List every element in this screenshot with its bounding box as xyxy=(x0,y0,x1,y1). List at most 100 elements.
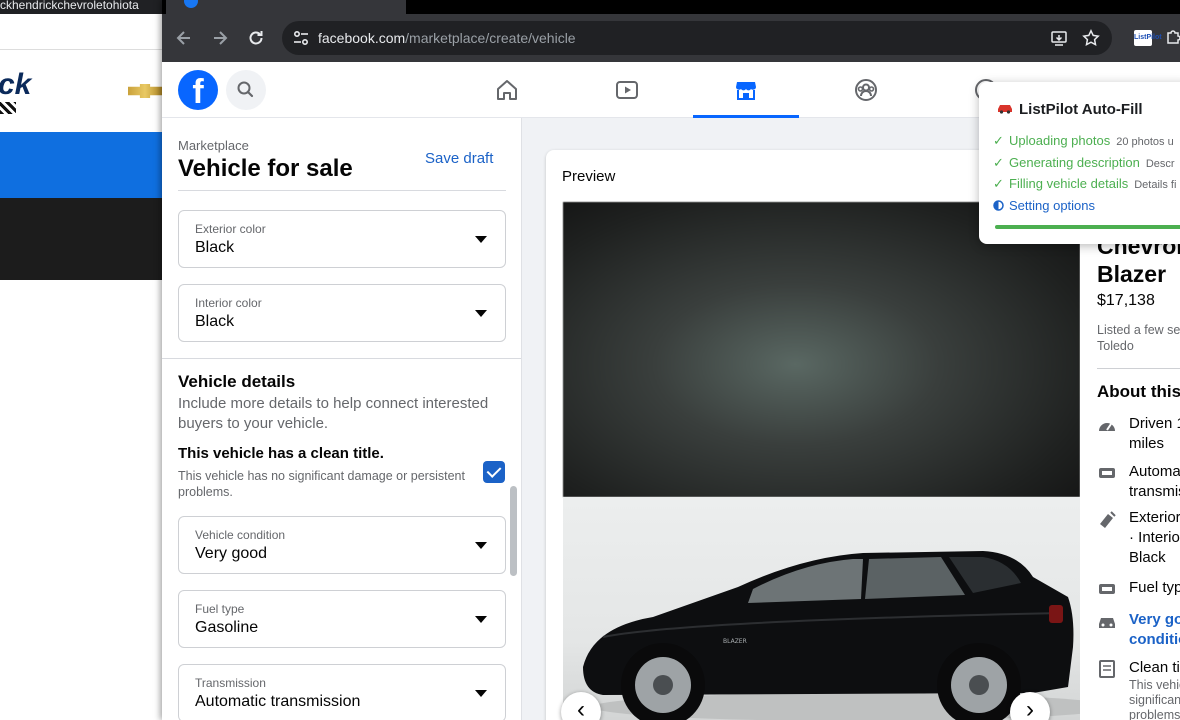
facebook-search-button[interactable] xyxy=(226,70,266,110)
reload-icon[interactable] xyxy=(246,28,266,48)
chevrolet-bowtie-icon xyxy=(128,84,162,98)
dealer-logo-area: ck xyxy=(0,50,170,132)
listed-location: Toledo xyxy=(1097,339,1134,353)
vehicle-details-heading: Vehicle details xyxy=(178,372,296,391)
step-uploading-photos: ✓ Uploading photos 20 photos u xyxy=(993,133,1174,149)
address-bar[interactable]: facebook.com/marketplace/create/vehicle xyxy=(282,21,1112,55)
extensions-puzzle-icon[interactable] xyxy=(1166,28,1180,49)
speedometer-icon xyxy=(1099,423,1115,431)
checkmark-icon: ✓ xyxy=(993,155,1004,170)
extension-badge-text: ListPilot xyxy=(1134,34,1162,41)
background-tab-title[interactable]: ckhendrickchevroletohiota xyxy=(0,0,170,14)
autofill-progress-bar xyxy=(995,225,1180,229)
step-generating-description: ✓ Generating description Descr xyxy=(993,155,1175,171)
nav-home-tab[interactable] xyxy=(454,62,560,118)
dropdown-caret-icon xyxy=(475,690,487,697)
nav-video-tab[interactable] xyxy=(574,62,680,118)
dropdown-caret-icon xyxy=(475,542,487,549)
search-icon xyxy=(237,81,254,98)
checkmark-icon: ✓ xyxy=(993,176,1004,191)
listpilot-autofill-panel: ListPilot Auto-Fill ✓ Uploading photos 20 … xyxy=(979,82,1180,244)
listed-time: Listed a few seconds ago xyxy=(1097,323,1180,337)
video-icon xyxy=(616,81,638,99)
step-setting-options: Setting options xyxy=(993,198,1095,213)
nav-marketplace-tab[interactable] xyxy=(693,62,799,118)
checkered-flag-icon xyxy=(0,102,16,114)
background-window: ckhendrickchevroletohiota ck xyxy=(0,0,170,720)
install-app-icon[interactable] xyxy=(1050,29,1068,47)
detail-line: condition xyxy=(1129,631,1180,648)
step-name: Generating description xyxy=(1009,155,1140,170)
field-value: Gasoline xyxy=(195,619,259,636)
step-detail: Descr xyxy=(1145,158,1175,170)
transmission-icon xyxy=(1099,468,1115,478)
facebook-logo[interactable]: f xyxy=(178,70,218,110)
divider xyxy=(1097,368,1180,369)
nav-groups-tab[interactable] xyxy=(813,62,919,118)
detail-text: Exterior · Interior Black xyxy=(1129,508,1180,568)
dropdown-caret-icon xyxy=(475,236,487,243)
dropdown-caret-icon xyxy=(475,616,487,623)
vehicle-details-description: Include more details to help connect int… xyxy=(178,395,489,432)
active-tab[interactable] xyxy=(166,0,406,14)
exterior-color-select[interactable]: Exterior color Black xyxy=(178,210,506,268)
detail-line: transmission xyxy=(1129,483,1180,500)
form-scrollbar[interactable] xyxy=(510,486,517,576)
detail-text: Automatic transmission xyxy=(1129,462,1180,502)
detail-text: Very good condition xyxy=(1129,610,1180,650)
url-text[interactable]: facebook.com/marketplace/create/vehicle xyxy=(318,30,576,46)
step-name: Filling vehicle details xyxy=(1009,176,1129,191)
clean-title-description: This vehicle has no significant damage o… xyxy=(178,469,465,499)
fuel-type-select[interactable]: Fuel type Gasoline xyxy=(178,590,506,648)
url-path: /marketplace/create/vehicle xyxy=(405,30,576,46)
detail-text: Driven 1 miles xyxy=(1129,414,1180,454)
blurred-photo-background xyxy=(563,202,1080,497)
preview-label: Preview xyxy=(562,168,616,185)
back-arrow-icon[interactable] xyxy=(174,28,194,48)
detail-subtext: This vehicle xyxy=(1129,678,1180,692)
section-divider xyxy=(162,358,521,359)
detail-text: Clean title xyxy=(1129,659,1180,676)
dealer-dark-banner xyxy=(0,198,170,280)
field-label: Transmission xyxy=(195,676,266,690)
bookmark-star-icon[interactable] xyxy=(1082,29,1100,47)
save-draft-button[interactable]: Save draft xyxy=(425,150,493,167)
step-name: Uploading photos xyxy=(1009,133,1111,148)
forward-arrow-icon[interactable] xyxy=(210,28,230,48)
listpilot-extension-icon[interactable]: ListPilot xyxy=(1134,30,1162,46)
step-detail: 20 photos u xyxy=(1116,136,1174,148)
listing-price: $17,138 xyxy=(1097,292,1155,309)
detail-line: Very good xyxy=(1129,611,1180,628)
vehicle-condition-select[interactable]: Vehicle condition Very good xyxy=(178,516,506,574)
listing-meta: Listed a few seconds ago Toledo xyxy=(1097,322,1180,354)
step-name: Setting options xyxy=(1009,198,1096,213)
interior-color-select[interactable]: Interior color Black xyxy=(178,284,506,342)
detail-line: Exterior xyxy=(1129,509,1180,526)
browser-toolbar: facebook.com/marketplace/create/vehicle xyxy=(162,14,1180,62)
site-settings-icon[interactable] xyxy=(292,29,310,47)
detail-line: Black xyxy=(1129,549,1166,566)
transmission-select[interactable]: Transmission Automatic transmission xyxy=(178,664,506,720)
in-progress-icon xyxy=(993,198,1009,213)
listpilot-car-icon xyxy=(997,102,1013,117)
detail-line: Driven 1 xyxy=(1129,415,1180,432)
field-label: Interior color xyxy=(195,296,262,310)
title-doc-icon xyxy=(1099,660,1115,678)
detail-subtext: significant xyxy=(1129,693,1180,707)
paint-icon xyxy=(1100,511,1116,528)
field-label: Fuel type xyxy=(195,602,245,616)
vehicle-photo[interactable]: BLAZER xyxy=(563,497,1080,720)
tab-strip xyxy=(162,0,1180,14)
breadcrumb[interactable]: Marketplace xyxy=(178,138,249,153)
detail-line: miles xyxy=(1129,435,1165,452)
marketplace-icon xyxy=(736,82,756,100)
step-filling-vehicle-details: ✓ Filling vehicle details Details fi xyxy=(993,176,1176,192)
detail-line: · Interior xyxy=(1129,529,1180,546)
home-icon xyxy=(497,80,517,100)
checkmark-icon: ✓ xyxy=(993,133,1004,148)
clean-title-checkbox[interactable] xyxy=(483,461,505,483)
clean-title-label: This vehicle has a clean title. xyxy=(178,445,384,462)
divider xyxy=(178,190,506,191)
fuel-icon xyxy=(1099,584,1115,594)
car-icon xyxy=(1099,618,1115,628)
